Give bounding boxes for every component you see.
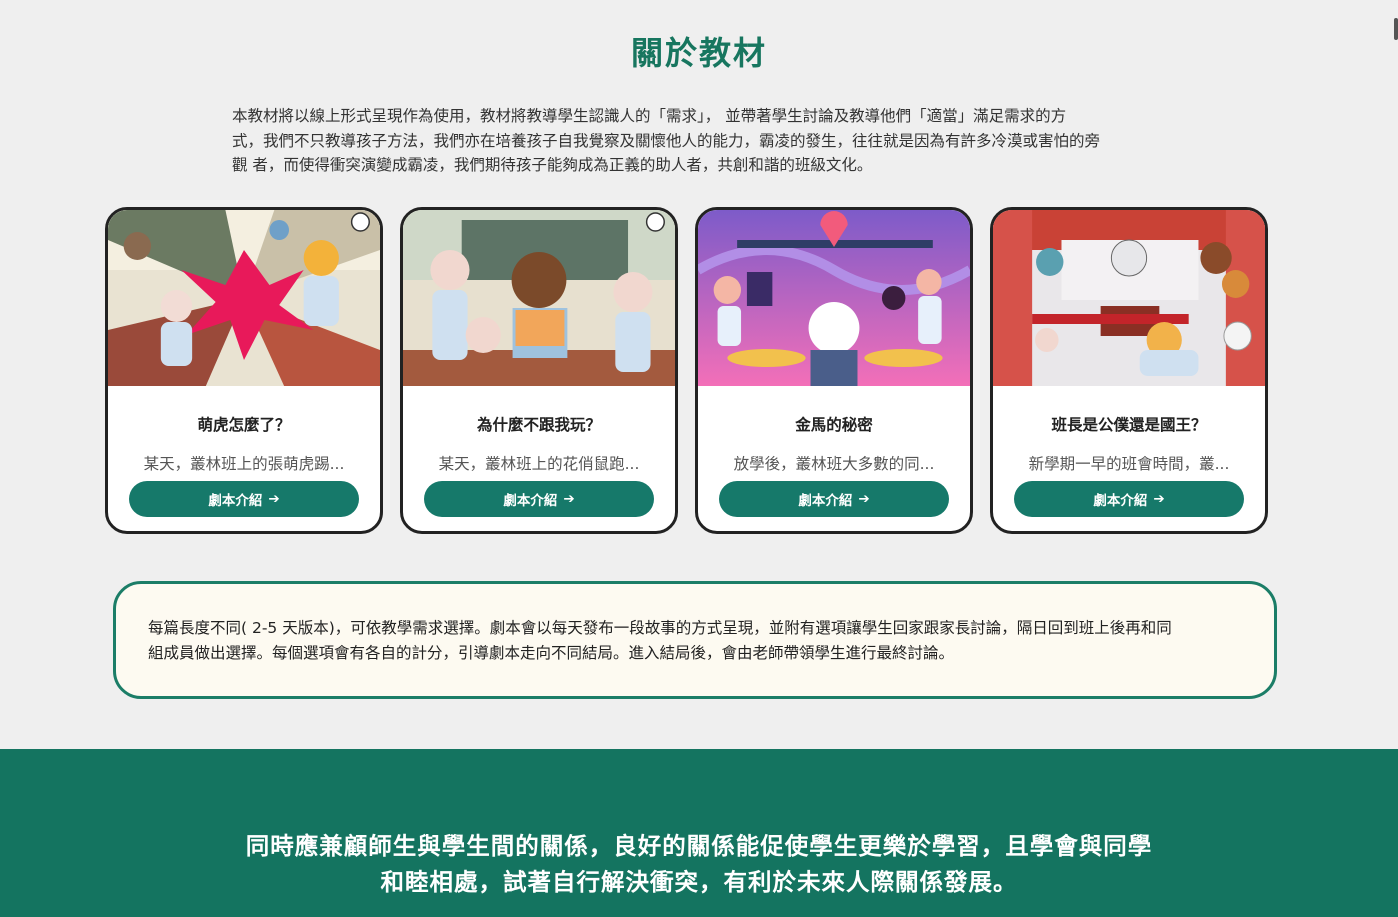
intro-line: 式，我們不只教導孩子方法，我們亦在培養孩子自我覺察及關懷他人的能力，霸凌的發生，… [232, 131, 1101, 150]
story-card-mouse[interactable]: 為什麼不跟我玩？ 某天，叢林班上的花俏鼠跑... 劇本介紹 ➔ [400, 207, 678, 534]
banner-text: 同時應兼顧師生與學生間的關係，良好的關係能促使學生更樂於學習，且學會與同學 和睦… [0, 828, 1398, 900]
banner-line: 和睦相處，試著自行解決衝突，有利於未來人際關係發展。 [380, 868, 1018, 896]
card-title: 為什麼不跟我玩？ [476, 416, 601, 434]
banner-line: 同時應兼顧師生與學生間的關係，良好的關係能促使學生更樂於學習，且學會與同學 [245, 832, 1153, 860]
button-label: 劇本介紹 [1093, 493, 1148, 509]
story-card-tiger[interactable]: 萌虎怎麼了？ 某天，叢林班上的張萌虎踢... 劇本介紹 ➔ [105, 207, 383, 534]
card-title: 金馬的秘密 [795, 416, 873, 434]
story-illustration-mouse [403, 210, 675, 386]
arrow-right-icon: ➔ [1153, 491, 1165, 507]
card-description: 新學期一早的班會時間，叢... [1028, 455, 1230, 473]
intro-line: 觀 者，而使得衝突演變成霸凌，我們期待孩子能夠成為正義的助人者，共創和諧的班級文… [232, 156, 873, 174]
button-label: 劇本介紹 [503, 493, 558, 509]
arrow-right-icon: ➔ [563, 491, 575, 507]
story-card-monitor[interactable]: 班長是公僕還是國王？ 新學期一早的班會時間，叢... 劇本介紹 ➔ [990, 207, 1268, 534]
button-label: 劇本介紹 [798, 493, 853, 509]
story-illustration-monitor [993, 210, 1265, 386]
bottom-banner: 同時應兼顧師生與學生間的關係，良好的關係能促使學生更樂於學習，且學會與同學 和睦… [0, 749, 1398, 917]
intro-line: 本教材將以線上形式呈現作為使用，教材將教導學生認識人的「需求」， 並帶著學生討論… [232, 107, 1067, 125]
script-intro-button[interactable]: 劇本介紹 ➔ [129, 481, 359, 517]
arrow-right-icon: ➔ [268, 491, 280, 507]
script-intro-button[interactable]: 劇本介紹 ➔ [424, 481, 654, 517]
story-illustration-tiger [108, 210, 380, 386]
story-card-horse[interactable]: 金馬的秘密 放學後，叢林班大多數的同... 劇本介紹 ➔ [695, 207, 973, 534]
script-intro-button[interactable]: 劇本介紹 ➔ [1014, 481, 1244, 517]
story-cards: 萌虎怎麼了？ 某天，叢林班上的張萌虎踢... 劇本介紹 ➔ 為什麼不跟我玩？ 某… [105, 207, 1268, 534]
button-label: 劇本介紹 [208, 493, 263, 509]
card-title: 班長是公僕還是國王？ [1051, 416, 1207, 434]
note-line: 每篇長度不同( 2-5 天版本)，可依教學需求選擇。劇本會以每天發布一段故事的方… [148, 619, 1172, 637]
script-intro-button[interactable]: 劇本介紹 ➔ [719, 481, 949, 517]
card-description: 某天，叢林班上的花俏鼠跑... [438, 455, 640, 473]
card-description: 放學後，叢林班大多數的同... [733, 455, 935, 473]
intro-paragraph: 本教材將以線上形式呈現作為使用，教材將教導學生認識人的「需求」， 並帶著學生討論… [232, 104, 1167, 178]
story-illustration-horse [698, 210, 970, 386]
info-note-box: 每篇長度不同( 2-5 天版本)，可依教學需求選擇。劇本會以每天發布一段故事的方… [113, 581, 1277, 699]
page-title: 關於教材 [630, 34, 767, 72]
card-title: 萌虎怎麼了？ [197, 416, 291, 434]
note-line: 組成員做出選擇。每個選項會有各自的計分，引導劇本走向不同結局。進入結局後，會由老… [148, 643, 955, 662]
arrow-right-icon: ➔ [858, 491, 870, 507]
card-description: 某天，叢林班上的張萌虎踢... [143, 455, 345, 473]
